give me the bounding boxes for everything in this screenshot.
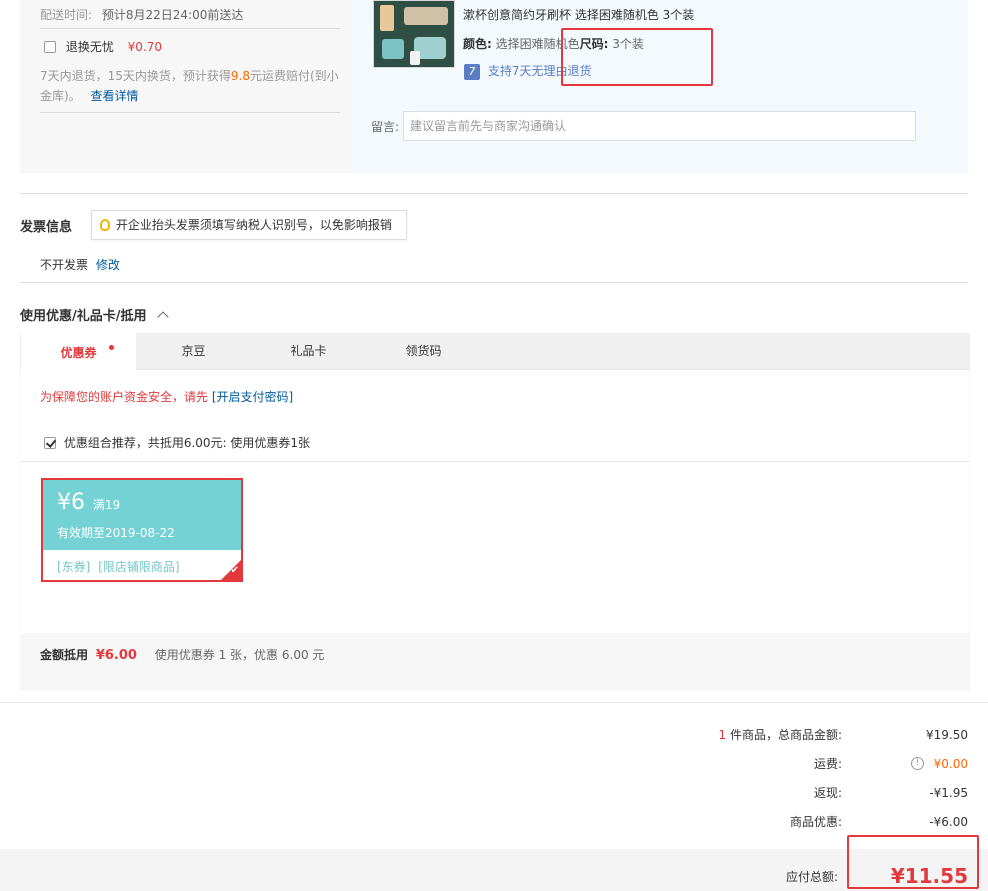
summary-discount-value: -¥6.00	[929, 815, 968, 829]
summary-cashback-value: -¥1.95	[929, 786, 968, 800]
insurance-desc-text-2: 元运费赔付(到小	[250, 69, 339, 83]
insurance-label: 退换无忧	[65, 40, 114, 54]
insurance-desc-text: 7天内退货，15天内换货，预计获得	[40, 69, 231, 83]
highlight-annotation-box	[561, 28, 713, 86]
insurance-description: 7天内退货，15天内换货，预计获得9.8元运费赔付(到小 金库)。 查看详情	[40, 66, 340, 106]
tab-jingdou[interactable]: 京豆	[136, 333, 251, 370]
delivery-time: 配送时间: 预计8月22日24:00前送达	[40, 6, 243, 23]
total-bar	[0, 849, 988, 891]
discount-section-header[interactable]: 使用优惠/礼品卡/抵用	[20, 305, 169, 324]
security-notice: 为保障您的账户资金安全，请先 [开启支付密码]	[40, 388, 293, 405]
invoice-modify-link[interactable]: 修改	[96, 258, 120, 272]
notification-dot	[109, 345, 114, 350]
combo-label: 优惠组合推荐，共抵用6.00元: 使用优惠券1张	[63, 436, 311, 450]
summary-discount-row: 商品优惠: -¥6.00	[568, 812, 968, 832]
amount-deduction: 金额抵用 ¥6.00 使用优惠券 1 张，优惠 6.00 元	[40, 646, 324, 663]
coupon-card[interactable]: ¥6 满19 有效期至2019-08-22 [东券] [限店铺限商品] ✔	[41, 478, 243, 582]
summary-discount-label: 商品优惠:	[789, 815, 842, 829]
insurance-option[interactable]: 退换无忧 ¥0.70	[44, 38, 162, 55]
divider	[40, 112, 340, 113]
remark-input[interactable]: 建议留言前先与商家沟通确认	[403, 111, 916, 141]
invoice-tip: 开企业抬头发票须填写纳税人识别号，以免影响报销	[91, 210, 407, 240]
coupon-header: ¥6 满19 有效期至2019-08-22	[43, 480, 241, 550]
insurance-price: ¥0.70	[127, 40, 163, 54]
product-thumbnail[interactable]	[373, 0, 455, 68]
chevron-up-icon[interactable]	[157, 311, 169, 323]
tab-redeem-code[interactable]: 领货码	[366, 333, 481, 370]
tab-coupon-label: 优惠券	[60, 346, 97, 360]
coupon-validity: 有效期至2019-08-22	[57, 526, 175, 540]
summary-shipping-label: 运费:	[813, 757, 842, 771]
color-label: 颜色:	[463, 37, 492, 51]
divider	[21, 461, 969, 462]
divider	[20, 282, 968, 283]
invoice-tip-text: 开企业抬头发票须填写纳税人识别号，以免影响报销	[115, 218, 392, 232]
summary-cashback-row: 返现: -¥1.95	[568, 783, 968, 803]
highlight-annotation-box	[847, 835, 979, 889]
items-label: 件商品，总商品金额:	[729, 728, 842, 742]
invoice-title: 发票信息	[20, 220, 73, 235]
selected-check-icon: ✔	[221, 560, 241, 580]
divider	[20, 193, 968, 194]
delivery-time-label: 配送时间:	[40, 8, 93, 22]
summary-shipping-row: 运费: ! ¥0.00	[568, 754, 968, 774]
summary-items-value: ¥19.50	[926, 728, 968, 742]
insurance-details-link[interactable]: 查看详情	[91, 89, 139, 103]
insurance-desc-text-3: 金库)。	[40, 89, 81, 103]
amount-deduction-label: 金额抵用	[40, 648, 89, 662]
enable-payment-password-link[interactable]: [开启支付密码]	[212, 390, 293, 404]
product-name[interactable]: 漱杯创意简约牙刷杯 选择困难随机色 3个装	[463, 6, 694, 23]
amount-deduction-desc: 使用优惠券 1 张，优惠 6.00 元	[154, 648, 325, 662]
coupon-tags: [东券] [限店铺限商品]	[57, 558, 180, 575]
divider	[0, 702, 988, 703]
discount-title: 使用优惠/礼品卡/抵用	[20, 309, 147, 324]
remark-label: 留言:	[371, 120, 400, 134]
tab-jingdou-label: 京豆	[181, 344, 206, 358]
summary-items-label: 1 件商品，总商品金额:	[718, 725, 842, 745]
delivery-time-value: 预计8月22日24:00前送达	[101, 8, 244, 22]
tab-coupon[interactable]: 优惠券	[21, 333, 136, 370]
items-count: 1	[718, 728, 727, 742]
lightbulb-icon	[100, 219, 110, 231]
combo-recommendation[interactable]: 优惠组合推荐，共抵用6.00元: 使用优惠券1张	[44, 434, 310, 451]
summary-shipping-value: ¥0.00	[933, 757, 968, 771]
coupon-value: ¥6 满19	[57, 490, 120, 515]
insurance-amount: 9.8	[230, 69, 250, 83]
invoice-status-text: 不开发票	[40, 258, 89, 272]
amount-deduction-value: ¥6.00	[95, 648, 137, 663]
total-label: 应付总额:	[786, 870, 839, 884]
security-notice-text: 为保障您的账户资金安全，请先	[40, 390, 209, 404]
info-icon[interactable]: !	[911, 757, 924, 770]
return-badge-icon: 7	[464, 64, 480, 80]
divider	[40, 28, 340, 29]
summary-cashback-label: 返现:	[813, 786, 842, 800]
coupon-threshold: 满19	[92, 498, 121, 512]
tab-gift-card[interactable]: 礼品卡	[251, 333, 366, 370]
tab-gift-card-label: 礼品卡	[290, 344, 327, 358]
invoice-status: 不开发票 修改	[40, 256, 120, 273]
coupon-amount: ¥6	[57, 490, 85, 515]
coupon-tag-dongquan: [东券]	[57, 560, 91, 574]
tab-redeem-code-label: 领货码	[405, 344, 442, 358]
summary-items-row: 1 件商品，总商品金额: ¥19.50	[568, 725, 968, 745]
coupon-tag-limit: [限店铺限商品]	[98, 560, 180, 574]
insurance-checkbox[interactable]	[44, 41, 56, 53]
combo-checkbox[interactable]	[44, 437, 56, 449]
